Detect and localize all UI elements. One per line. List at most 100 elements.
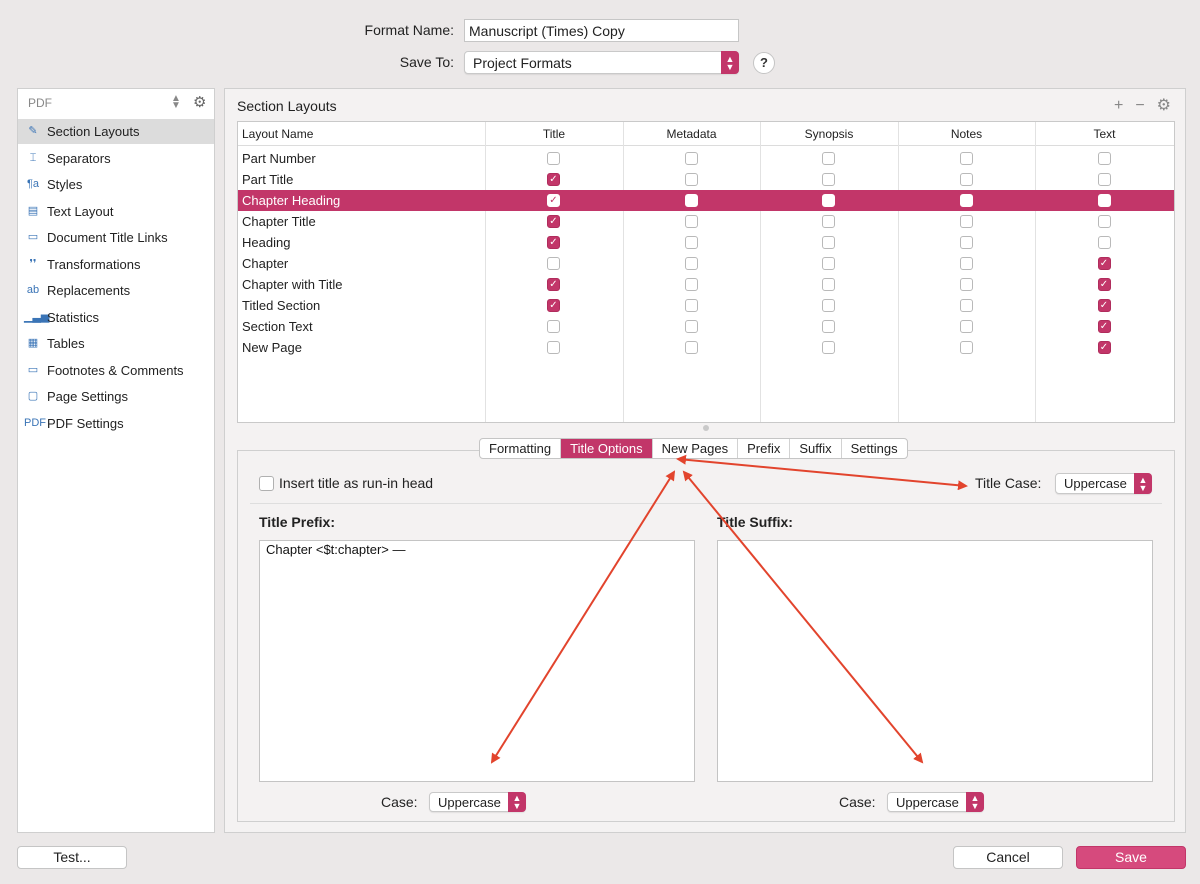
table-row[interactable]: New Page ✓ bbox=[238, 337, 1174, 358]
checkbox[interactable] bbox=[959, 320, 973, 333]
sidebar-item[interactable]: ⌶ Separators bbox=[18, 146, 214, 171]
table-row[interactable]: Heading ✓ bbox=[238, 232, 1174, 253]
title-case-select[interactable]: Uppercase ▲ ▼ bbox=[1055, 473, 1152, 494]
format-name-field[interactable]: Manuscript (Times) Copy bbox=[464, 19, 739, 42]
column-header[interactable]: Title bbox=[485, 122, 623, 146]
checkbox[interactable] bbox=[822, 278, 835, 291]
checkbox[interactable] bbox=[822, 341, 835, 354]
table-row[interactable]: Chapter Heading ✓ bbox=[238, 190, 1174, 211]
add-icon[interactable]: + bbox=[1114, 97, 1123, 114]
checkbox[interactable]: ✓ bbox=[547, 215, 560, 228]
gear-icon[interactable]: ⚙ bbox=[1157, 97, 1171, 114]
checkbox[interactable] bbox=[959, 257, 973, 270]
checkbox[interactable] bbox=[684, 341, 698, 354]
checkbox[interactable] bbox=[959, 341, 973, 354]
column-header[interactable]: Text bbox=[1035, 122, 1174, 146]
checkbox[interactable] bbox=[547, 152, 560, 165]
help-button[interactable]: ? bbox=[753, 52, 775, 74]
sidebar-item[interactable]: ▭ Document Title Links bbox=[18, 225, 214, 250]
checkbox[interactable] bbox=[547, 257, 560, 270]
checkbox[interactable] bbox=[684, 278, 698, 291]
checkbox[interactable]: ✓ bbox=[1097, 320, 1111, 333]
checkbox[interactable] bbox=[684, 215, 698, 228]
test-button[interactable]: Test... bbox=[17, 846, 127, 869]
checkbox[interactable] bbox=[684, 257, 698, 270]
checkbox[interactable] bbox=[959, 278, 973, 291]
save-button[interactable]: Save bbox=[1076, 846, 1186, 869]
checkbox[interactable] bbox=[822, 173, 835, 186]
checkbox[interactable]: ✓ bbox=[1097, 257, 1111, 270]
sidebar-item[interactable]: ▤ Text Layout bbox=[18, 199, 214, 224]
title-prefix-textarea[interactable]: Chapter <$t:chapter> — bbox=[259, 540, 695, 782]
checkbox[interactable] bbox=[959, 215, 973, 228]
sidebar-item[interactable]: ¶a Styles bbox=[18, 172, 214, 197]
checkbox[interactable] bbox=[1097, 194, 1111, 207]
sidebar-item[interactable]: ❜❜ Transformations bbox=[18, 252, 214, 277]
checkbox[interactable] bbox=[547, 320, 560, 333]
checkbox[interactable]: ✓ bbox=[547, 278, 560, 291]
table-row[interactable]: Section Text ✓ bbox=[238, 316, 1174, 337]
remove-icon[interactable]: − bbox=[1135, 97, 1144, 114]
sidebar-item[interactable]: ✎ Section Layouts bbox=[18, 119, 214, 144]
chevron-updown-icon[interactable]: ▲ ▼ bbox=[171, 94, 181, 111]
checkbox[interactable] bbox=[959, 152, 973, 165]
gear-icon[interactable]: ⚙ bbox=[193, 93, 206, 111]
sidebar-item[interactable]: ▦ Tables bbox=[18, 331, 214, 356]
checkbox[interactable]: ✓ bbox=[1097, 299, 1111, 312]
checkbox[interactable] bbox=[547, 341, 560, 354]
run-in-checkbox[interactable] bbox=[259, 476, 274, 491]
checkbox[interactable] bbox=[822, 152, 835, 165]
sidebar-item[interactable]: ▢ Page Settings bbox=[18, 384, 214, 409]
sidebar-item[interactable]: PDF PDF Settings bbox=[18, 411, 214, 436]
checkbox[interactable] bbox=[959, 299, 973, 312]
checkbox[interactable] bbox=[684, 173, 698, 186]
checkbox[interactable]: ✓ bbox=[547, 194, 560, 207]
checkbox[interactable] bbox=[684, 299, 698, 312]
table-row[interactable]: Chapter Title ✓ bbox=[238, 211, 1174, 232]
checkbox[interactable] bbox=[959, 236, 973, 249]
column-header[interactable]: Metadata bbox=[623, 122, 760, 146]
checkbox[interactable] bbox=[959, 173, 973, 186]
checkbox[interactable] bbox=[822, 236, 835, 249]
table-row[interactable]: Titled Section ✓ ✓ bbox=[238, 295, 1174, 316]
checkbox[interactable]: ✓ bbox=[547, 173, 560, 186]
checkbox[interactable] bbox=[1097, 173, 1111, 186]
prefix-case-select[interactable]: Uppercase ▲ ▼ bbox=[429, 792, 526, 812]
checkbox[interactable] bbox=[822, 299, 835, 312]
checkbox[interactable] bbox=[684, 320, 698, 333]
checkbox[interactable] bbox=[684, 236, 698, 249]
checkbox[interactable]: ✓ bbox=[547, 236, 560, 249]
column-header[interactable]: Synopsis bbox=[760, 122, 898, 146]
tab-new-pages[interactable]: New Pages bbox=[653, 439, 739, 458]
table-row[interactable]: Chapter with Title ✓ ✓ bbox=[238, 274, 1174, 295]
suffix-case-select[interactable]: Uppercase ▲ ▼ bbox=[887, 792, 984, 812]
tab-settings[interactable]: Settings bbox=[842, 439, 907, 458]
cancel-button[interactable]: Cancel bbox=[953, 846, 1063, 869]
sidebar-item[interactable]: ▭ Footnotes & Comments bbox=[18, 358, 214, 383]
checkbox[interactable] bbox=[1097, 152, 1111, 165]
tab-prefix[interactable]: Prefix bbox=[738, 439, 791, 458]
column-header[interactable]: Notes bbox=[898, 122, 1035, 146]
sidebar-item[interactable]: ab Replacements bbox=[18, 278, 214, 303]
sidebar-item[interactable]: ▁▃▅ Statistics bbox=[18, 305, 214, 330]
checkbox[interactable] bbox=[959, 194, 973, 207]
checkbox[interactable]: ✓ bbox=[1097, 278, 1111, 291]
checkbox[interactable] bbox=[822, 194, 835, 207]
tab-title-options[interactable]: Title Options bbox=[561, 439, 653, 458]
title-suffix-textarea[interactable] bbox=[717, 540, 1153, 782]
tab-suffix[interactable]: Suffix bbox=[790, 439, 842, 458]
output-format-select[interactable]: PDF bbox=[28, 96, 52, 110]
table-row[interactable]: Part Title ✓ bbox=[238, 169, 1174, 190]
checkbox[interactable] bbox=[1097, 236, 1111, 249]
column-header[interactable]: Layout Name bbox=[238, 122, 485, 146]
table-row[interactable]: Part Number bbox=[238, 148, 1174, 169]
checkbox[interactable] bbox=[822, 215, 835, 228]
table-row[interactable]: Chapter ✓ bbox=[238, 253, 1174, 274]
split-handle[interactable] bbox=[703, 425, 709, 431]
checkbox[interactable] bbox=[1097, 215, 1111, 228]
checkbox[interactable]: ✓ bbox=[547, 299, 560, 312]
save-to-select[interactable]: Project Formats ▲ ▼ bbox=[464, 51, 739, 74]
checkbox[interactable] bbox=[822, 320, 835, 333]
checkbox[interactable] bbox=[822, 257, 835, 270]
checkbox[interactable] bbox=[684, 152, 698, 165]
